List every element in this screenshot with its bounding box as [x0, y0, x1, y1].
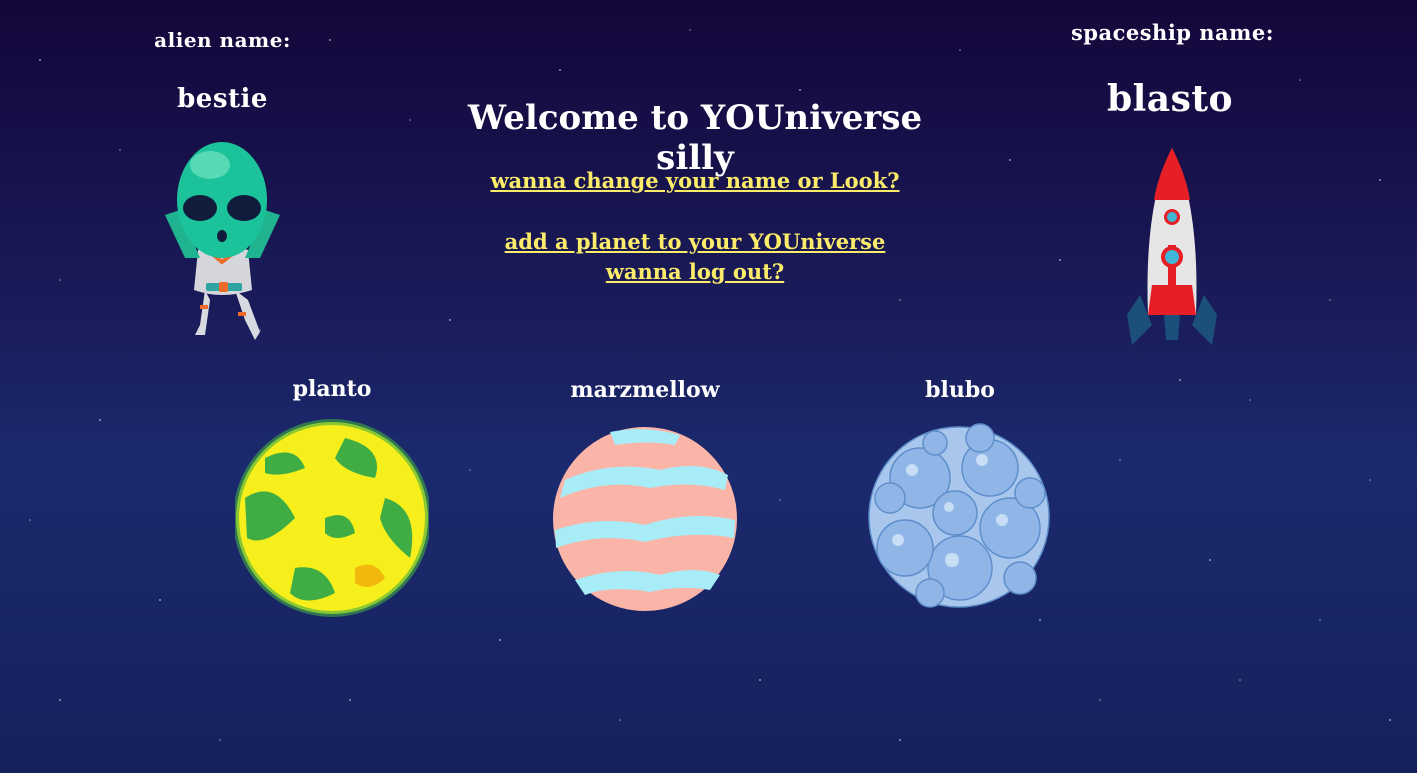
spaceship-name: blasto	[1106, 78, 1234, 120]
alien-name: bestie	[177, 84, 268, 114]
planet-blubo-image[interactable]	[860, 418, 1058, 616]
alien-character-image	[165, 142, 280, 340]
page-title: Welcome to YOUniverse silly	[467, 98, 923, 178]
planet-name-marzmellow: marzmellow	[570, 377, 720, 403]
rocket-icon	[1127, 148, 1217, 345]
planet-name-planto: planto	[292, 376, 372, 402]
logout-link[interactable]: wanna log out?	[580, 259, 810, 284]
planet-planto-image[interactable]	[235, 418, 429, 618]
alien-name-label: alien name:	[154, 28, 291, 52]
add-planet-link[interactable]: add a planet to your YOUniverse	[490, 229, 900, 254]
change-name-look-link[interactable]: wanna change your name or Look?	[470, 168, 920, 193]
planet-name-blubo: blubo	[925, 377, 995, 403]
spaceship-name-label: spaceship name:	[1070, 20, 1275, 45]
planet-marzmellow-image[interactable]	[550, 420, 740, 618]
